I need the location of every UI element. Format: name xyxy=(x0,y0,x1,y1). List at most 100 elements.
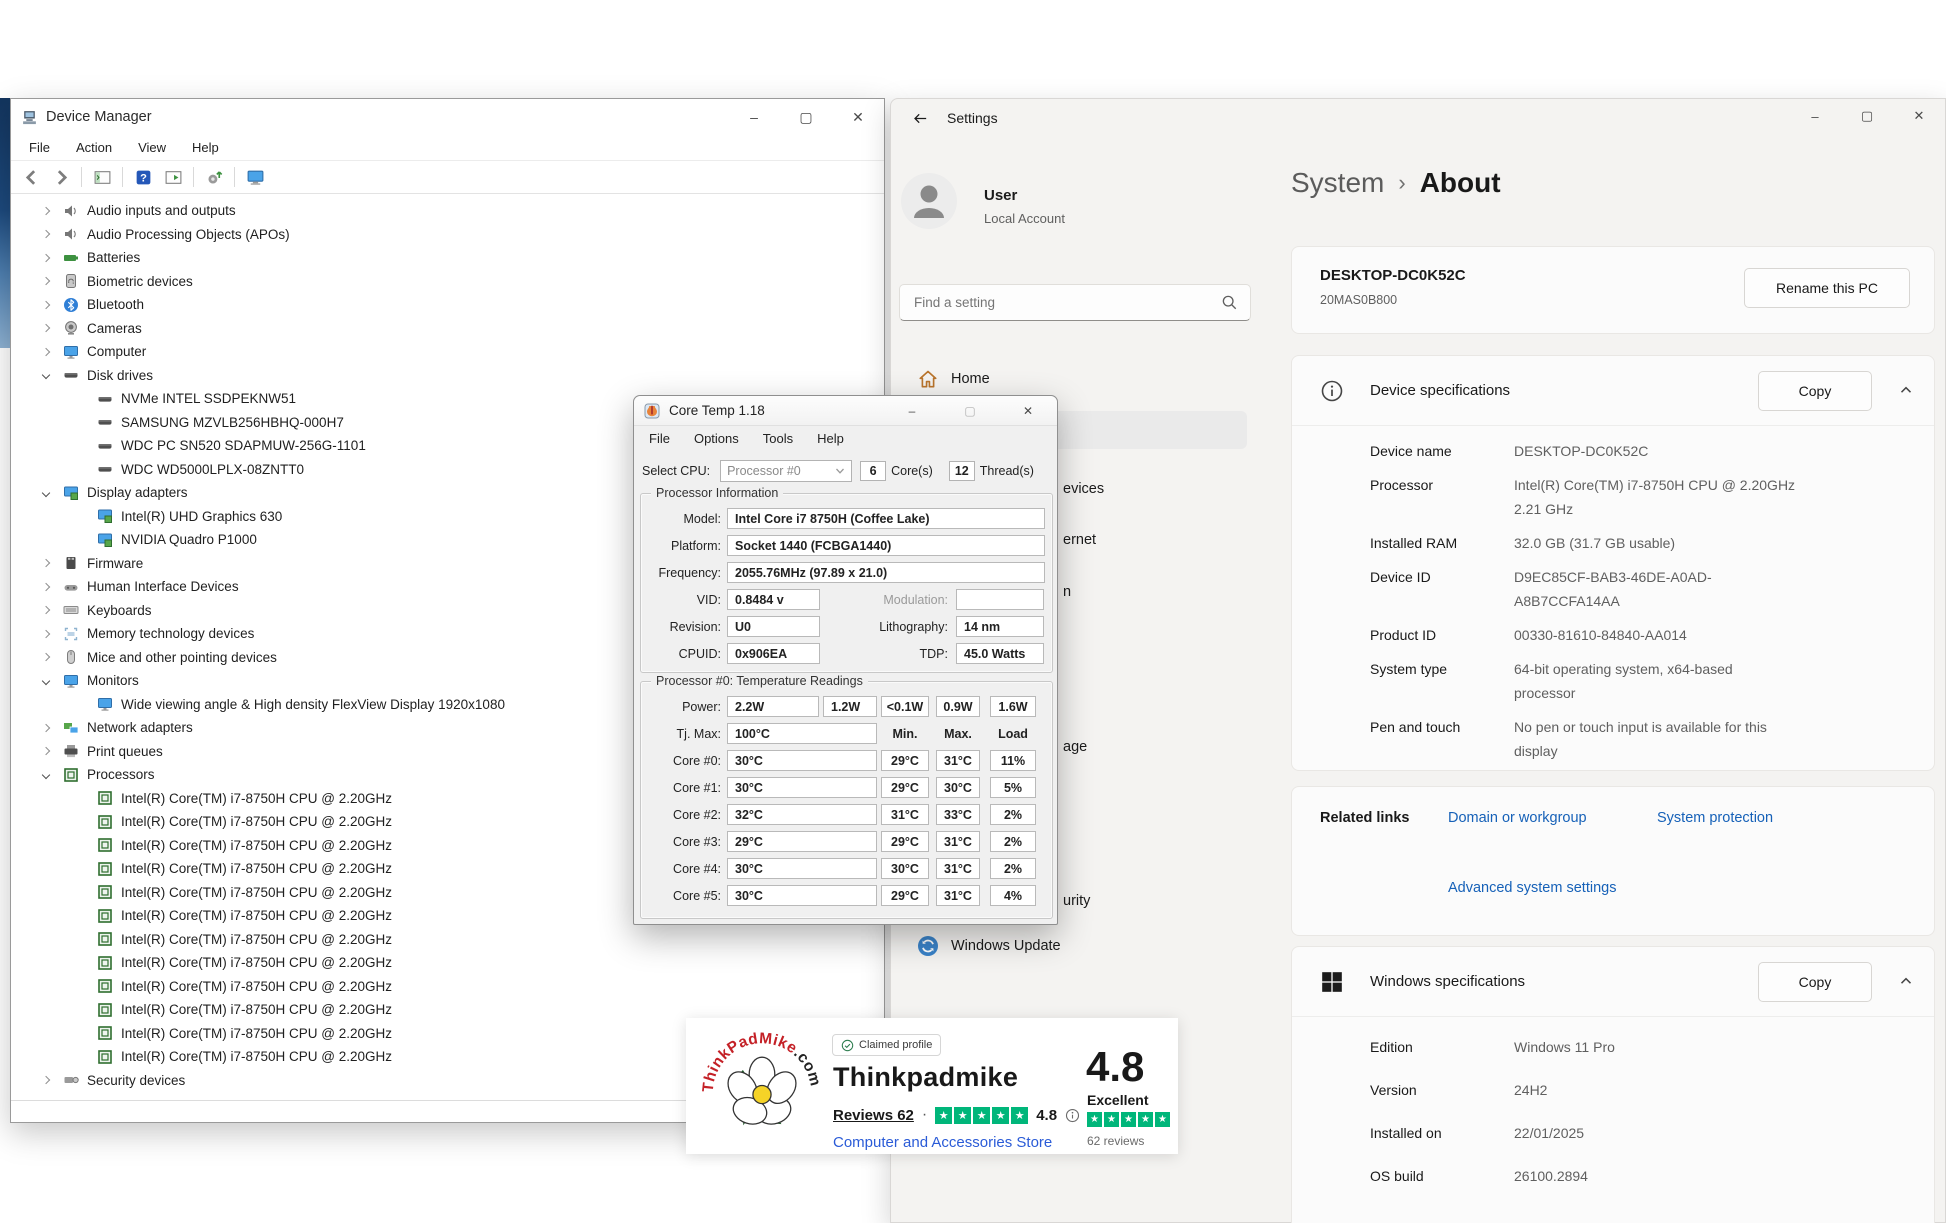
core-temp-titlebar[interactable]: Core Temp 1.18 – ▢ ✕ xyxy=(634,396,1057,426)
sidebar-item-fragment[interactable]: urity xyxy=(1063,893,1090,909)
chevron-right-icon[interactable] xyxy=(42,559,50,567)
back-arrow-icon[interactable] xyxy=(19,165,43,189)
sidebar-item-fragment[interactable]: n xyxy=(1063,584,1071,600)
chevron-right-icon[interactable] xyxy=(42,301,50,309)
rename-pc-button[interactable]: Rename this PC xyxy=(1744,268,1910,308)
chevron-right-icon[interactable] xyxy=(42,583,50,591)
chevron-down-icon[interactable] xyxy=(42,371,50,379)
copy-button[interactable]: Copy xyxy=(1758,962,1872,1002)
scan-hardware-changes-icon[interactable] xyxy=(243,165,267,189)
chevron-up-icon[interactable] xyxy=(1898,382,1914,398)
action-pane-icon[interactable] xyxy=(161,165,185,189)
chevron-right-icon[interactable] xyxy=(42,207,50,215)
chevron-down-icon[interactable] xyxy=(42,771,50,779)
tree-expander[interactable] xyxy=(39,302,53,308)
device-tree-item[interactable]: Audio inputs and outputs xyxy=(11,199,884,223)
tree-expander[interactable] xyxy=(39,772,53,778)
tree-expander[interactable] xyxy=(39,231,53,237)
device-tree-item[interactable]: Disk drives xyxy=(11,364,884,388)
device-tree-item[interactable]: Biometric devices xyxy=(11,270,884,294)
chevron-right-icon[interactable] xyxy=(42,277,50,285)
chevron-up-icon[interactable] xyxy=(1898,973,1914,989)
tree-expander[interactable] xyxy=(39,349,53,355)
device-tree-item[interactable]: Cameras xyxy=(11,317,884,341)
sidebar-item-home[interactable]: Home xyxy=(899,361,1251,397)
chevron-right-icon[interactable] xyxy=(42,747,50,755)
breadcrumb-system[interactable]: System xyxy=(1291,167,1384,199)
cpu-select-dropdown[interactable]: Processor #0 xyxy=(720,460,852,482)
device-tree-item[interactable]: Bluetooth xyxy=(11,293,884,317)
search-input[interactable] xyxy=(900,295,1221,310)
tree-expander[interactable] xyxy=(39,372,53,378)
chevron-right-icon[interactable] xyxy=(42,606,50,614)
chevron-right-icon[interactable] xyxy=(42,630,50,638)
reviews-link[interactable]: Reviews 62 xyxy=(833,1107,914,1124)
core-temp-row: Core #5:30°C29°C31°C4% xyxy=(641,885,1052,906)
tree-expander[interactable] xyxy=(39,255,53,261)
device-tree-item[interactable]: Intel(R) Core(TM) i7-8750H CPU @ 2.20GHz xyxy=(11,928,884,952)
sidebar-item-fragment[interactable]: evices xyxy=(1063,481,1104,497)
chevron-down-icon[interactable] xyxy=(42,677,50,685)
copy-button[interactable]: Copy xyxy=(1758,371,1872,411)
minimize-button[interactable]: – xyxy=(728,99,780,135)
forward-arrow-icon[interactable] xyxy=(49,165,73,189)
device-tree-item[interactable]: Batteries xyxy=(11,246,884,270)
device-tree-item[interactable]: Computer xyxy=(11,340,884,364)
tree-item-label: Audio Processing Objects (APOs) xyxy=(87,227,290,242)
show-console-tree-icon[interactable] xyxy=(90,165,114,189)
chevron-right-icon[interactable] xyxy=(42,1076,50,1084)
chevron-right-icon[interactable] xyxy=(42,348,50,356)
tree-expander[interactable] xyxy=(39,490,53,496)
device-manager-titlebar[interactable]: Device Manager – ▢ ✕ xyxy=(11,99,884,135)
info-icon[interactable] xyxy=(1065,1108,1080,1123)
tree-expander[interactable] xyxy=(39,208,53,214)
cpu-icon xyxy=(97,931,113,947)
tree-expander[interactable] xyxy=(39,278,53,284)
maximize-button[interactable]: ▢ xyxy=(941,396,999,426)
tree-expander[interactable] xyxy=(39,748,53,754)
menu-item-help[interactable]: Help xyxy=(817,431,844,446)
related-link[interactable]: Domain or workgroup xyxy=(1448,810,1587,826)
tree-expander[interactable] xyxy=(39,584,53,590)
tree-expander[interactable] xyxy=(39,678,53,684)
related-link[interactable]: System protection xyxy=(1657,810,1773,826)
device-tree-item[interactable]: Intel(R) Core(TM) i7-8750H CPU @ 2.20GHz xyxy=(11,951,884,975)
chevron-down-icon[interactable] xyxy=(42,489,50,497)
chevron-right-icon[interactable] xyxy=(42,254,50,262)
maximize-button[interactable]: ▢ xyxy=(780,99,832,135)
menu-item-options[interactable]: Options xyxy=(694,431,739,446)
tree-expander[interactable] xyxy=(39,654,53,660)
sidebar-item-fragment[interactable]: age xyxy=(1063,739,1087,755)
menu-item-view[interactable]: View xyxy=(138,140,166,155)
chevron-right-icon[interactable] xyxy=(42,724,50,732)
minimize-button[interactable]: – xyxy=(883,396,941,426)
avatar[interactable] xyxy=(901,173,957,229)
tree-expander[interactable] xyxy=(39,631,53,637)
menu-item-file[interactable]: File xyxy=(29,140,50,155)
chevron-right-icon[interactable] xyxy=(42,230,50,238)
chevron-right-icon[interactable] xyxy=(42,324,50,332)
device-tree-item[interactable]: Audio Processing Objects (APOs) xyxy=(11,223,884,247)
category-link[interactable]: Computer and Accessories Store xyxy=(833,1134,1052,1151)
tree-expander[interactable] xyxy=(39,607,53,613)
menu-item-file[interactable]: File xyxy=(649,431,670,446)
tree-expander[interactable] xyxy=(39,560,53,566)
search-box[interactable] xyxy=(899,284,1251,321)
tree-expander[interactable] xyxy=(39,725,53,731)
back-icon[interactable] xyxy=(905,103,935,133)
tree-expander[interactable] xyxy=(39,1077,53,1083)
close-button[interactable]: ✕ xyxy=(999,396,1057,426)
device-tree-item[interactable]: Intel(R) Core(TM) i7-8750H CPU @ 2.20GHz xyxy=(11,975,884,999)
menu-item-tools[interactable]: Tools xyxy=(763,431,793,446)
tree-expander[interactable] xyxy=(39,325,53,331)
sidebar-item-windows-update[interactable]: Windows Update xyxy=(899,928,1251,964)
chevron-right-icon[interactable] xyxy=(42,653,50,661)
menu-item-help[interactable]: Help xyxy=(192,140,219,155)
field-label: Revision: xyxy=(641,620,721,634)
sidebar-item-fragment[interactable]: ernet xyxy=(1063,532,1096,548)
help-icon[interactable]: ? xyxy=(131,165,155,189)
close-button[interactable]: ✕ xyxy=(832,99,884,135)
update-driver-icon[interactable] xyxy=(202,165,226,189)
related-link[interactable]: Advanced system settings xyxy=(1448,880,1616,896)
menu-item-action[interactable]: Action xyxy=(76,140,112,155)
